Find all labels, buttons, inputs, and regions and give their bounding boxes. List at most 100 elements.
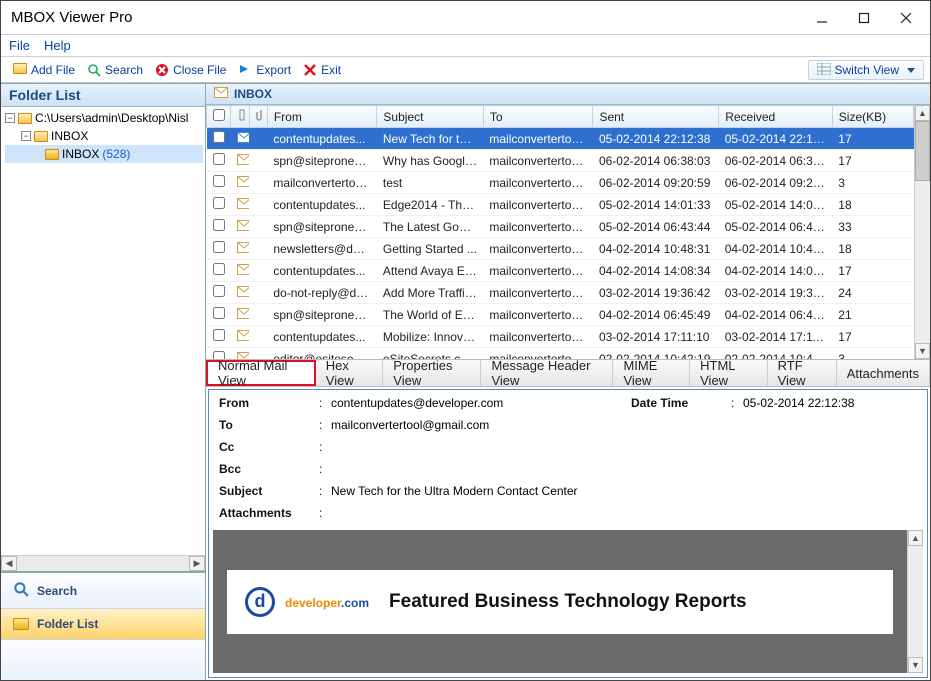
add-file-button[interactable]: Add File bbox=[7, 61, 81, 79]
col-flag[interactable] bbox=[231, 106, 249, 128]
scroll-track[interactable] bbox=[17, 556, 189, 571]
collapse-icon[interactable]: − bbox=[5, 113, 15, 123]
scroll-thumb[interactable] bbox=[915, 121, 930, 181]
scroll-track[interactable] bbox=[908, 546, 923, 657]
tree-root[interactable]: − C:\Users\admin\Desktop\Nisl bbox=[5, 109, 203, 127]
switch-view-button[interactable]: Switch View bbox=[808, 60, 924, 80]
tab-properties-view[interactable]: Properties View bbox=[383, 360, 481, 386]
tree-hscrollbar[interactable]: ◀ ▶ bbox=[1, 555, 205, 571]
mail-table-wrap: From Subject To Sent Received Size(KB) c… bbox=[206, 105, 930, 359]
tab-folder-list[interactable]: Folder List bbox=[1, 609, 205, 640]
row-checkbox-input[interactable] bbox=[213, 285, 225, 297]
row-size: 33 bbox=[832, 216, 913, 238]
mail-vscrollbar[interactable]: ▲ ▼ bbox=[914, 105, 930, 359]
row-checkbox[interactable] bbox=[207, 238, 231, 260]
row-checkbox[interactable] bbox=[207, 172, 231, 194]
row-checkbox[interactable] bbox=[207, 326, 231, 348]
menu-file[interactable]: File bbox=[9, 38, 30, 53]
col-from[interactable]: From bbox=[267, 106, 377, 128]
tree-inbox[interactable]: − INBOX bbox=[5, 127, 203, 145]
tab-search[interactable]: Search bbox=[1, 573, 205, 609]
row-checkbox-input[interactable] bbox=[213, 241, 225, 253]
table-row[interactable]: spn@sitepronew...The World of Eco...mail… bbox=[207, 304, 914, 326]
close-button[interactable] bbox=[886, 5, 926, 31]
folder-icon bbox=[13, 618, 29, 630]
tab-mime-view[interactable]: MIME View bbox=[613, 360, 690, 386]
tab-message-header-view[interactable]: Message Header View bbox=[481, 360, 613, 386]
menu-help[interactable]: Help bbox=[44, 38, 71, 53]
export-icon bbox=[238, 63, 252, 77]
row-checkbox-input[interactable] bbox=[213, 219, 225, 231]
row-sent: 03-02-2014 17:11:10 bbox=[593, 326, 719, 348]
folder-tree[interactable]: − C:\Users\admin\Desktop\Nisl − INBOX IN… bbox=[1, 107, 205, 555]
label-from: From bbox=[219, 396, 319, 410]
tab-html-view[interactable]: HTML View bbox=[690, 360, 768, 386]
table-row[interactable]: contentupdates...New Tech for the ...mai… bbox=[207, 128, 914, 150]
row-checkbox-input[interactable] bbox=[213, 197, 225, 209]
table-row[interactable]: contentupdates...Mobilize: Innovat...mai… bbox=[207, 326, 914, 348]
table-row[interactable]: spn@sitepronew...Why has Google ...mailc… bbox=[207, 150, 914, 172]
table-row[interactable]: editor@esitesecr...eSiteSecrets.com ...m… bbox=[207, 348, 914, 360]
mail-preview[interactable]: d developer.com Featured Business Techno… bbox=[213, 530, 907, 673]
table-row[interactable]: do-not-reply@de...Add More Traffic ...ma… bbox=[207, 282, 914, 304]
row-size: 24 bbox=[832, 282, 913, 304]
table-row[interactable]: contentupdates...Attend Avaya Evo...mail… bbox=[207, 260, 914, 282]
row-checkbox-input[interactable] bbox=[213, 351, 225, 359]
row-sent: 05-02-2014 22:12:38 bbox=[593, 128, 719, 150]
tab-rtf-view[interactable]: RTF View bbox=[768, 360, 837, 386]
maximize-button[interactable] bbox=[844, 5, 884, 31]
brand-com: .com bbox=[341, 596, 369, 610]
row-checkbox-input[interactable] bbox=[213, 131, 225, 143]
collapse-icon[interactable]: − bbox=[21, 131, 31, 141]
select-all-checkbox[interactable] bbox=[213, 109, 225, 121]
row-size: 18 bbox=[832, 238, 913, 260]
row-checkbox[interactable] bbox=[207, 216, 231, 238]
export-button[interactable]: Export bbox=[232, 61, 297, 79]
scroll-up-icon[interactable]: ▲ bbox=[915, 105, 930, 121]
col-size[interactable]: Size(KB) bbox=[832, 106, 913, 128]
table-row[interactable]: newsletters@dev...Getting Started ...mai… bbox=[207, 238, 914, 260]
row-received: 06-02-2014 09:20:... bbox=[719, 172, 833, 194]
row-checkbox[interactable] bbox=[207, 260, 231, 282]
row-sent: 05-02-2014 06:43:44 bbox=[593, 216, 719, 238]
tab-attachments[interactable]: Attachments bbox=[837, 360, 930, 386]
row-checkbox[interactable] bbox=[207, 194, 231, 216]
row-checkbox-input[interactable] bbox=[213, 175, 225, 187]
row-checkbox[interactable] bbox=[207, 282, 231, 304]
tree-inbox-sub[interactable]: INBOX (528) bbox=[5, 145, 203, 163]
scroll-down-icon[interactable]: ▼ bbox=[915, 343, 930, 359]
add-file-label: Add File bbox=[31, 63, 75, 77]
row-checkbox-input[interactable] bbox=[213, 307, 225, 319]
scroll-right-icon[interactable]: ▶ bbox=[189, 556, 205, 571]
scroll-up-icon[interactable]: ▲ bbox=[908, 530, 923, 546]
col-sent[interactable]: Sent bbox=[593, 106, 719, 128]
mail-icon bbox=[231, 150, 249, 172]
col-checkbox[interactable] bbox=[207, 106, 231, 128]
tab-normal-mail-view[interactable]: Normal Mail View bbox=[206, 360, 316, 386]
scroll-track[interactable] bbox=[915, 181, 930, 343]
exit-button[interactable]: Exit bbox=[297, 61, 347, 79]
row-from: contentupdates... bbox=[267, 128, 377, 150]
col-received[interactable]: Received bbox=[719, 106, 833, 128]
tab-hex-view[interactable]: Hex View bbox=[316, 360, 383, 386]
scroll-down-icon[interactable]: ▼ bbox=[908, 657, 923, 673]
close-file-button[interactable]: Close File bbox=[149, 61, 232, 79]
row-checkbox[interactable] bbox=[207, 304, 231, 326]
row-checkbox-input[interactable] bbox=[213, 329, 225, 341]
preview-vscrollbar[interactable]: ▲ ▼ bbox=[907, 530, 923, 673]
col-to[interactable]: To bbox=[483, 106, 593, 128]
search-button[interactable]: Search bbox=[81, 61, 149, 79]
row-checkbox[interactable] bbox=[207, 348, 231, 360]
scroll-left-icon[interactable]: ◀ bbox=[1, 556, 17, 571]
row-checkbox[interactable] bbox=[207, 150, 231, 172]
row-checkbox[interactable] bbox=[207, 128, 231, 150]
table-row[interactable]: spn@sitepronew...The Latest Googl...mail… bbox=[207, 216, 914, 238]
row-checkbox-input[interactable] bbox=[213, 263, 225, 275]
col-attachment[interactable] bbox=[249, 106, 267, 128]
mail-table[interactable]: From Subject To Sent Received Size(KB) c… bbox=[206, 105, 914, 359]
table-row[interactable]: mailconvertertool...testmailconvertertoo… bbox=[207, 172, 914, 194]
col-subject[interactable]: Subject bbox=[377, 106, 484, 128]
table-row[interactable]: contentupdates...Edge2014 - The P...mail… bbox=[207, 194, 914, 216]
minimize-button[interactable] bbox=[802, 5, 842, 31]
row-checkbox-input[interactable] bbox=[213, 153, 225, 165]
